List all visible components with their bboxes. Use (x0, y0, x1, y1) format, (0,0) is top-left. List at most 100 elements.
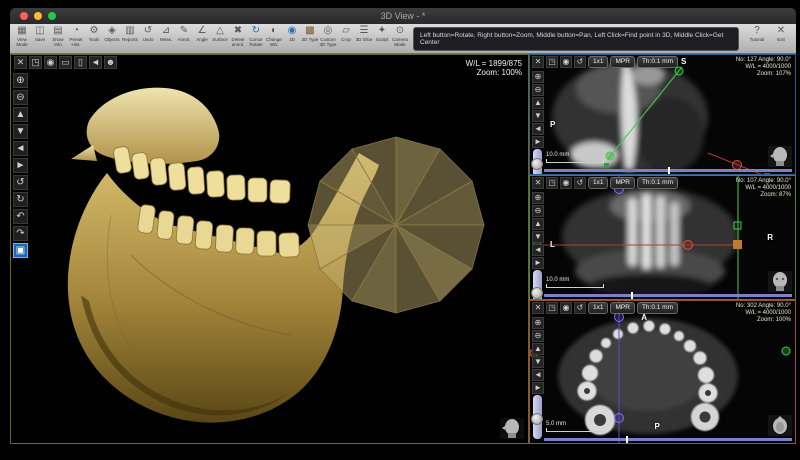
close-icon[interactable]: ✕ (14, 56, 27, 69)
reset-icon[interactable]: ↺ (574, 177, 586, 189)
expand-icon[interactable]: ◳ (546, 302, 558, 314)
mpr-button[interactable]: MPR (610, 302, 634, 314)
back-icon[interactable]: ◄ (89, 56, 102, 69)
rotate-cw-icon[interactable]: ↻ (13, 192, 28, 207)
toolbar-show-info[interactable]: ▤Show Info (49, 25, 67, 53)
toolbar-3d-type[interactable]: ▩3D Type (301, 25, 319, 53)
snapshot-icon[interactable]: ◉ (560, 56, 572, 68)
zoom-in-icon[interactable]: ⊕ (13, 73, 28, 88)
slice-scroll-slider[interactable] (533, 270, 542, 300)
expand-icon[interactable]: ◳ (29, 56, 42, 69)
zoom-out-icon[interactable]: ⊖ (13, 90, 28, 105)
pan-up-icon[interactable]: ▲ (532, 97, 544, 109)
pan-right-icon[interactable]: ► (532, 257, 544, 269)
pan-down-icon[interactable]: ▼ (13, 124, 28, 139)
pan-left-icon[interactable]: ◄ (532, 244, 544, 256)
slider-thumb[interactable] (531, 158, 543, 170)
close-window-button[interactable] (20, 12, 28, 20)
slider-tick[interactable] (668, 167, 670, 174)
toolbar-surface[interactable]: △Surface (211, 25, 229, 53)
pan-down-icon[interactable]: ▼ (532, 110, 544, 122)
layout-1x1-button[interactable]: 1x1 (588, 302, 608, 314)
pan-down-icon[interactable]: ▼ (532, 231, 544, 243)
slice-position-slider[interactable] (544, 294, 792, 297)
toolbar-custom-3d-type[interactable]: ◎Custom 3D Type (319, 25, 337, 53)
toolbar-sculpt[interactable]: ✦Sculpt (373, 25, 391, 53)
toolbar-save[interactable]: ◫Save (31, 25, 49, 53)
pan-up-icon[interactable]: ▲ (532, 343, 544, 355)
zoom-in-icon[interactable]: ⊕ (532, 71, 544, 83)
mpr-button[interactable]: MPR (610, 56, 634, 68)
toolbar-undo[interactable]: ↺Undo (139, 25, 157, 53)
axial-slice-viewport[interactable]: ✕ ◳ ◉ ↺ 1x1 MPR Th:0.1 mm ⊕ ⊖ ▲ ▼ ◄ ► No… (529, 300, 796, 444)
pan-down-icon[interactable]: ▼ (532, 356, 544, 368)
expand-icon[interactable]: ◳ (546, 56, 558, 68)
display-a-icon[interactable]: ▭ (59, 56, 72, 69)
close-icon[interactable]: ✕ (532, 56, 544, 68)
zoom-in-icon[interactable]: ⊕ (532, 317, 544, 329)
rotate-ccw-icon[interactable]: ↺ (13, 175, 28, 190)
pan-up-icon[interactable]: ▲ (532, 218, 544, 230)
pan-left-icon[interactable]: ◄ (13, 141, 28, 156)
pan-right-icon[interactable]: ► (532, 136, 544, 148)
toolbar-tutorial[interactable]: ?Tutorial (745, 25, 769, 53)
coronal-slice-viewport[interactable]: ✕ ◳ ◉ ↺ 1x1 MPR Th:0.1 mm ⊕ ⊖ ▲ ▼ ◄ ► No… (529, 175, 796, 300)
minimize-window-button[interactable] (34, 12, 42, 20)
3d-volume-viewport[interactable]: ✕ ◳ ◉ ▭ ▯ ◄ ☻ ⊕ ⊖ ▲ ▼ ◄ ► ↺ ↻ ↶ ↷ ▣ (10, 54, 529, 444)
pan-right-icon[interactable]: ► (13, 158, 28, 173)
zoom-out-icon[interactable]: ⊖ (532, 84, 544, 96)
slider-thumb[interactable] (531, 413, 543, 425)
sagittal-slice-viewport[interactable]: ✕ ◳ ◉ ↺ 1x1 MPR Th:0.1 mm ⊕ ⊖ ▲ ▼ ◄ ► No… (529, 54, 796, 175)
slider-tick[interactable] (631, 292, 633, 299)
volume-3d-icon[interactable]: ▣ (13, 243, 28, 258)
thickness-button[interactable]: Th:0.1 mm (637, 177, 678, 189)
slider-thumb[interactable] (531, 287, 543, 299)
roll-right-icon[interactable]: ↷ (13, 226, 28, 241)
display-b-icon[interactable]: ▯ (74, 56, 87, 69)
snapshot-icon[interactable]: ◉ (560, 177, 572, 189)
snapshot-icon[interactable]: ◉ (44, 56, 57, 69)
toolbar-angle[interactable]: ∠Angle (193, 25, 211, 53)
pan-right-icon[interactable]: ► (532, 382, 544, 394)
slice-position-slider[interactable] (544, 438, 792, 441)
toolbar-delete-annot[interactable]: ✖Delete annot. (229, 25, 247, 53)
toolbar-change-wl[interactable]: ◐Change W/L (265, 25, 283, 53)
slider-tick[interactable] (626, 436, 628, 443)
toolbar-annot[interactable]: ✎Annot. (175, 25, 193, 53)
toolbar-cursor-rotate[interactable]: ↻Cursor Rotate (247, 25, 265, 53)
thickness-button[interactable]: Th:0.1 mm (637, 56, 678, 68)
toolbar-objects[interactable]: ◈Objects (103, 25, 121, 53)
zoom-out-icon[interactable]: ⊖ (532, 205, 544, 217)
slice-position-slider[interactable] (544, 169, 792, 172)
roll-left-icon[interactable]: ↶ (13, 209, 28, 224)
toolbar-reports[interactable]: ▥Reports (121, 25, 139, 53)
toolbar-camera-mode[interactable]: ⊙Camera Mode (391, 25, 409, 53)
toolbar-3d[interactable]: ◉3D (283, 25, 301, 53)
pan-up-icon[interactable]: ▲ (13, 107, 28, 122)
toolbar-view-mode[interactable]: ▦View Mode (13, 25, 31, 53)
snapshot-icon[interactable]: ◉ (560, 302, 572, 314)
slice-scroll-slider[interactable] (533, 395, 542, 439)
close-icon[interactable]: ✕ (532, 177, 544, 189)
patient-head-icon[interactable]: ☻ (104, 56, 117, 69)
zoom-window-button[interactable] (48, 12, 56, 20)
reset-icon[interactable]: ↺ (574, 302, 586, 314)
expand-icon[interactable]: ◳ (546, 177, 558, 189)
layout-1x1-button[interactable]: 1x1 (588, 56, 608, 68)
reset-icon[interactable]: ↺ (574, 56, 586, 68)
close-icon[interactable]: ✕ (532, 302, 544, 314)
thickness-button[interactable]: Th:0.1 mm (637, 302, 678, 314)
toolbar-crop[interactable]: ▱Crop (337, 25, 355, 53)
mpr-button[interactable]: MPR (610, 177, 634, 189)
pan-left-icon[interactable]: ◄ (532, 123, 544, 135)
pan-left-icon[interactable]: ◄ (532, 369, 544, 381)
zoom-out-icon[interactable]: ⊖ (532, 330, 544, 342)
toolbar-preset-hist[interactable]: ◔Preset Hist. (67, 25, 85, 53)
toolbar-exit[interactable]: ✕Exit (769, 25, 793, 53)
slice-scroll-slider[interactable] (533, 149, 542, 175)
toolbar-3d-slice[interactable]: ☰3D Slice (355, 25, 373, 53)
toolbar-tools[interactable]: ⚙Tools (85, 25, 103, 53)
toolbar-meas[interactable]: ⊿Meas. (157, 25, 175, 53)
layout-1x1-button[interactable]: 1x1 (588, 177, 608, 189)
zoom-in-icon[interactable]: ⊕ (532, 192, 544, 204)
